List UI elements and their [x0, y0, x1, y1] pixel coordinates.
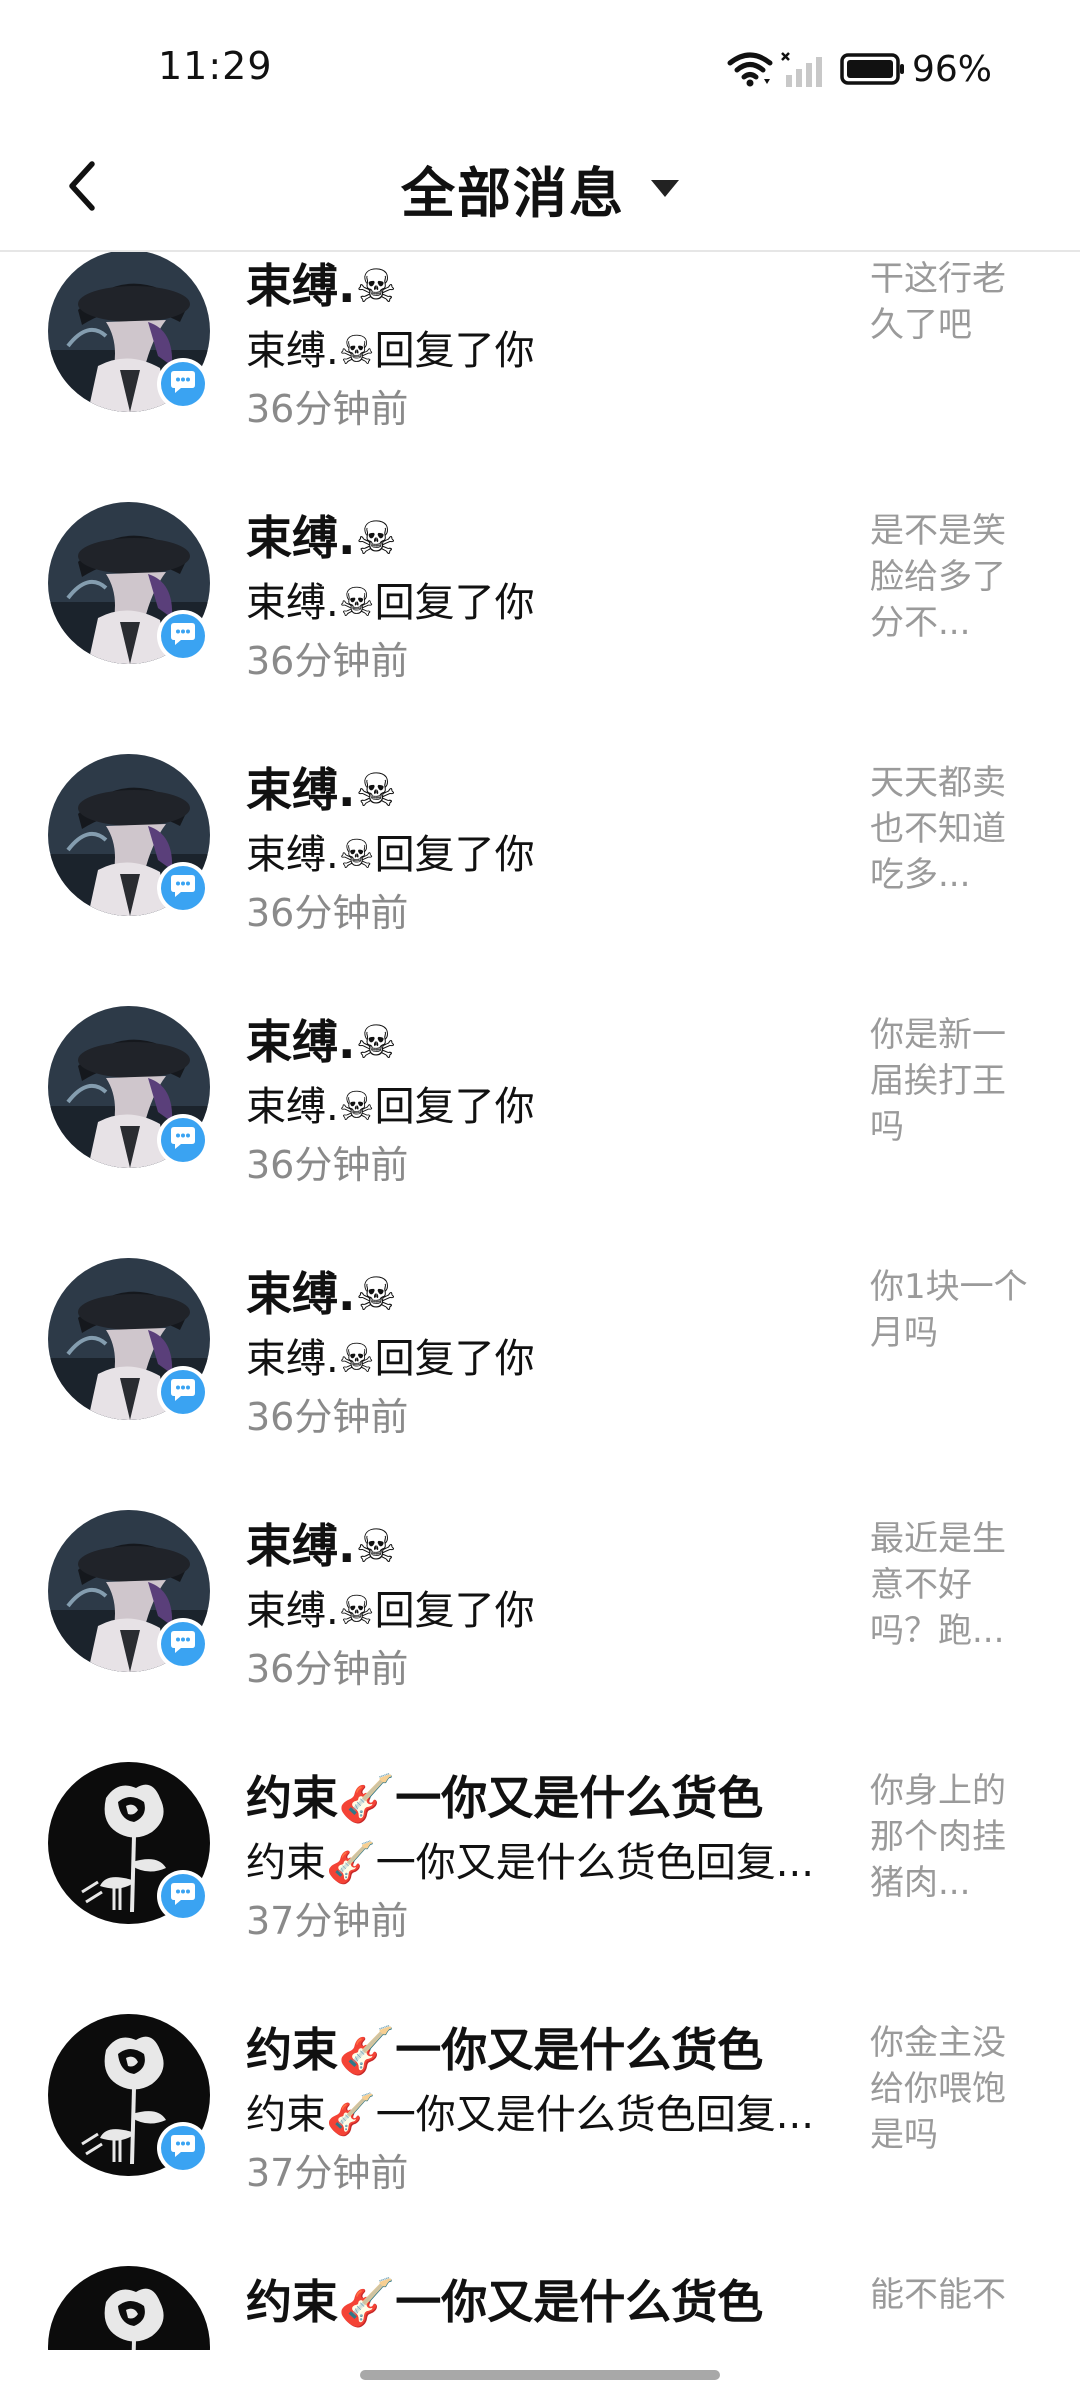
message-item[interactable]: 束缚.☠ 束缚.☠回复了你 36分钟前 干这行老久了吧	[0, 252, 1080, 492]
sender-name: 束缚.☠	[246, 1015, 397, 1069]
status-time: 11:29	[158, 44, 273, 88]
sender-name: 约束🎸一你又是什么货色	[246, 1771, 764, 1825]
cellular-signal-icon	[780, 49, 828, 89]
message-item[interactable]: 束缚.☠ 束缚.☠回复了你 36分钟前 天天都卖也不知道吃多...	[0, 744, 1080, 996]
sender-name: 束缚.☠	[246, 1267, 397, 1321]
avatar[interactable]	[48, 2266, 210, 2350]
comment-badge	[157, 358, 209, 410]
comment-bubble-icon	[169, 369, 197, 399]
message-filter-dropdown[interactable]: 全部消息	[0, 150, 1080, 226]
message-item[interactable]: 束缚.☠ 束缚.☠回复了你 36分钟前 是不是笑脸给多了分不...	[0, 492, 1080, 744]
message-item[interactable]: 束缚.☠ 束缚.☠回复了你 36分钟前 你1块一个月吗	[0, 1248, 1080, 1500]
comment-badge	[157, 610, 209, 662]
message-action: 束缚.☠回复了你	[246, 328, 535, 374]
message-item[interactable]: 约束🎸一你又是什么货色 约束🎸一你又是什么货色回复... 37分钟前 你金主没给…	[0, 2004, 1080, 2256]
comment-bubble-icon	[169, 1125, 197, 1155]
message-time: 37分钟前	[246, 2151, 409, 2195]
message-action: 束缚.☠回复了你	[246, 580, 535, 626]
message-time: 37分钟前	[246, 1899, 409, 1943]
comment-badge	[157, 1366, 209, 1418]
header-bar: 全部消息	[0, 130, 1080, 252]
message-action: 约束🎸一你又是什么货色回复...	[246, 1840, 814, 1886]
message-item[interactable]: 约束🎸一你又是什么货色 约束🎸一你又是什么货色回复... 37分钟前 你身上的那…	[0, 1752, 1080, 2004]
message-time: 36分钟前	[246, 639, 409, 683]
comment-bubble-icon	[169, 1629, 197, 1659]
message-preview: 你是新一届挨打王吗	[870, 1015, 1006, 1147]
comment-badge	[157, 1114, 209, 1166]
status-bar: 11:29 96%	[0, 0, 1080, 130]
notifications-screen: 11:29 96% 全部消息 束缚.☠ 束缚.☠回复了你 36分钟前 干这行老久…	[0, 0, 1080, 2400]
message-action: 束缚.☠回复了你	[246, 1084, 535, 1130]
page-title: 全部消息	[401, 161, 625, 225]
message-action: 束缚.☠回复了你	[246, 832, 535, 878]
wifi-icon	[726, 49, 774, 89]
message-time: 36分钟前	[246, 387, 409, 431]
sender-name: 束缚.☠	[246, 259, 397, 313]
comment-bubble-icon	[169, 873, 197, 903]
battery-percentage: 96%	[911, 48, 992, 90]
comment-badge	[157, 2122, 209, 2174]
sender-name: 约束🎸一你又是什么货色	[246, 2023, 764, 2077]
message-preview: 是不是笑脸给多了分不...	[870, 511, 1006, 643]
avatar-rose-image	[48, 2266, 210, 2350]
sender-name: 束缚.☠	[246, 511, 397, 565]
message-preview: 你金主没给你喂饱是吗	[870, 2023, 1006, 2155]
sender-name: 约束🎸一你又是什么货色	[246, 2275, 764, 2329]
message-list[interactable]: 束缚.☠ 束缚.☠回复了你 36分钟前 干这行老久了吧 束缚.☠ 束缚.☠回复了…	[0, 252, 1080, 2350]
comment-bubble-icon	[169, 1881, 197, 1911]
home-indicator[interactable]	[360, 2370, 720, 2380]
comment-bubble-icon	[169, 1377, 197, 1407]
caret-down-icon	[651, 179, 679, 197]
comment-bubble-icon	[169, 2133, 197, 2163]
comment-badge	[157, 1870, 209, 1922]
message-action: 束缚.☠回复了你	[246, 1336, 535, 1382]
message-preview: 最近是生意不好吗？跑...	[870, 1519, 1006, 1651]
message-action: 束缚.☠回复了你	[246, 1588, 535, 1634]
message-preview: 天天都卖也不知道吃多...	[870, 763, 1006, 895]
message-item[interactable]: 束缚.☠ 束缚.☠回复了你 36分钟前 你是新一届挨打王吗	[0, 996, 1080, 1248]
message-action: 约束🎸一你又是什么货色回复...	[246, 2092, 814, 2138]
comment-bubble-icon	[169, 621, 197, 651]
comment-badge	[157, 862, 209, 914]
message-preview: 干这行老久了吧	[870, 259, 1006, 345]
message-item[interactable]: 束缚.☠ 束缚.☠回复了你 36分钟前 最近是生意不好吗？跑...	[0, 1500, 1080, 1752]
message-time: 36分钟前	[246, 1143, 409, 1187]
message-time: 36分钟前	[246, 891, 409, 935]
status-icons: 96%	[726, 44, 992, 94]
message-preview: 能不能不	[870, 2275, 1006, 2315]
sender-name: 束缚.☠	[246, 763, 397, 817]
battery-icon	[840, 52, 906, 86]
message-time: 36分钟前	[246, 1395, 409, 1439]
message-preview: 你身上的那个肉挂猪肉...	[870, 1771, 1006, 1903]
message-time: 36分钟前	[246, 1647, 409, 1691]
sender-name: 束缚.☠	[246, 1519, 397, 1573]
comment-badge	[157, 1618, 209, 1670]
message-preview: 你1块一个月吗	[870, 1267, 1028, 1353]
message-item[interactable]: 约束🎸一你又是什么货色 能不能不	[0, 2256, 1080, 2350]
